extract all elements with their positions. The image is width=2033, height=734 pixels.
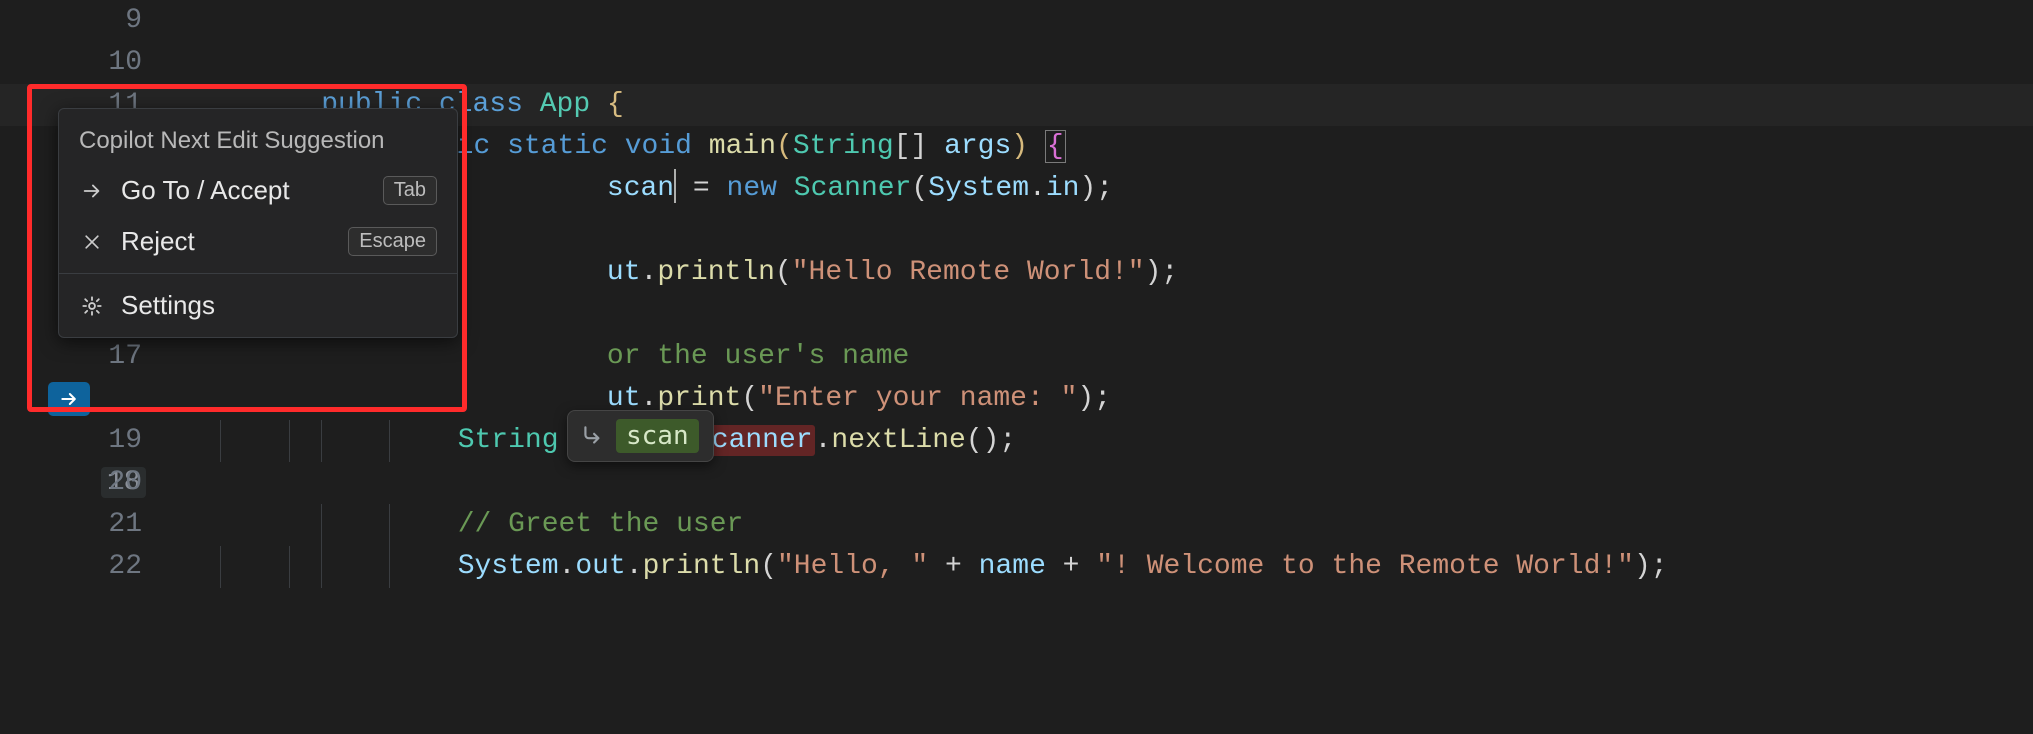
method-main: main — [709, 131, 776, 162]
line-number: 19 — [0, 420, 170, 462]
inline-suggestion-tooltip[interactable]: scan — [567, 410, 714, 462]
reject-suggestion-button[interactable]: Reject Escape — [59, 216, 457, 267]
method-println: println — [643, 551, 761, 582]
accept-label: Go To / Accept — [121, 175, 367, 206]
accept-suggestion-button[interactable]: Go To / Accept Tab — [59, 165, 457, 216]
code-line[interactable]: 17 ut.print("Enter your name: "); — [0, 336, 2033, 378]
separator — [59, 273, 457, 274]
arrow-right-icon — [79, 180, 105, 202]
close-icon — [79, 232, 105, 252]
method-nextline: nextLine — [831, 425, 965, 456]
key-hint-tab: Tab — [383, 176, 437, 205]
arrow-right-icon — [58, 389, 80, 409]
paren-semi: ); — [1145, 257, 1179, 288]
string-literal: "Hello Remote World!" — [792, 257, 1145, 288]
type-string: String — [458, 425, 559, 456]
paren-semi: (); — [966, 425, 1016, 456]
paren: ( — [776, 131, 793, 162]
dot: . — [815, 425, 832, 456]
code-editor[interactable]: 9 10 public class App { 11 public static… — [0, 0, 2033, 734]
paren: ( — [760, 551, 777, 582]
popup-title: Copilot Next Edit Suggestion — [59, 109, 457, 165]
dot: . — [559, 551, 576, 582]
line-number: 22 — [0, 546, 170, 588]
dot: . — [641, 257, 658, 288]
reply-arrow-icon — [580, 423, 606, 449]
reject-label: Reject — [121, 226, 332, 257]
next-edit-arrow-badge[interactable] — [48, 382, 90, 416]
string-literal: "Hello, " — [777, 551, 928, 582]
line-number: 17 — [0, 336, 170, 378]
settings-button[interactable]: Settings — [59, 280, 457, 337]
line-number: 9 — [0, 0, 170, 42]
brackets: [] — [894, 131, 928, 162]
dot: . — [626, 551, 643, 582]
key-hint-escape: Escape — [348, 227, 437, 256]
line-number: 21 — [0, 504, 170, 546]
keyword-void: void — [625, 131, 692, 162]
code-line[interactable]: 18 String name = scanner.nextLine(); — [0, 378, 2033, 420]
identifier: ut — [607, 257, 641, 288]
op-plus: + — [928, 551, 978, 582]
variable-name: name — [979, 551, 1046, 582]
keyword-static: static — [507, 131, 608, 162]
line-number: 20 — [0, 462, 170, 504]
code-line[interactable]: 10 public class App { — [0, 42, 2033, 84]
field-out: out — [575, 551, 625, 582]
brace-matched: { — [1045, 130, 1066, 163]
code-line[interactable]: 21 System.out.println("Hello, " + name +… — [0, 504, 2033, 546]
paren-semi: ); — [1079, 173, 1113, 204]
method-println: println — [657, 257, 775, 288]
suggestion-text: scan — [616, 419, 699, 453]
code-line[interactable]: 9 — [0, 0, 2033, 42]
paren: ) — [1011, 131, 1045, 162]
paren: ( — [775, 257, 792, 288]
param-args: args — [944, 131, 1011, 162]
string-literal: "! Welcome to the Remote World!" — [1096, 551, 1634, 582]
type-string: String — [793, 131, 894, 162]
identifier-system: System — [458, 551, 559, 582]
line-number: 10 — [0, 42, 170, 84]
copilot-next-edit-popup: Copilot Next Edit Suggestion Go To / Acc… — [58, 108, 458, 338]
op-plus: + — [1046, 551, 1096, 582]
paren-semi: ); — [1634, 551, 1668, 582]
settings-label: Settings — [121, 290, 437, 321]
gear-icon — [79, 295, 105, 317]
